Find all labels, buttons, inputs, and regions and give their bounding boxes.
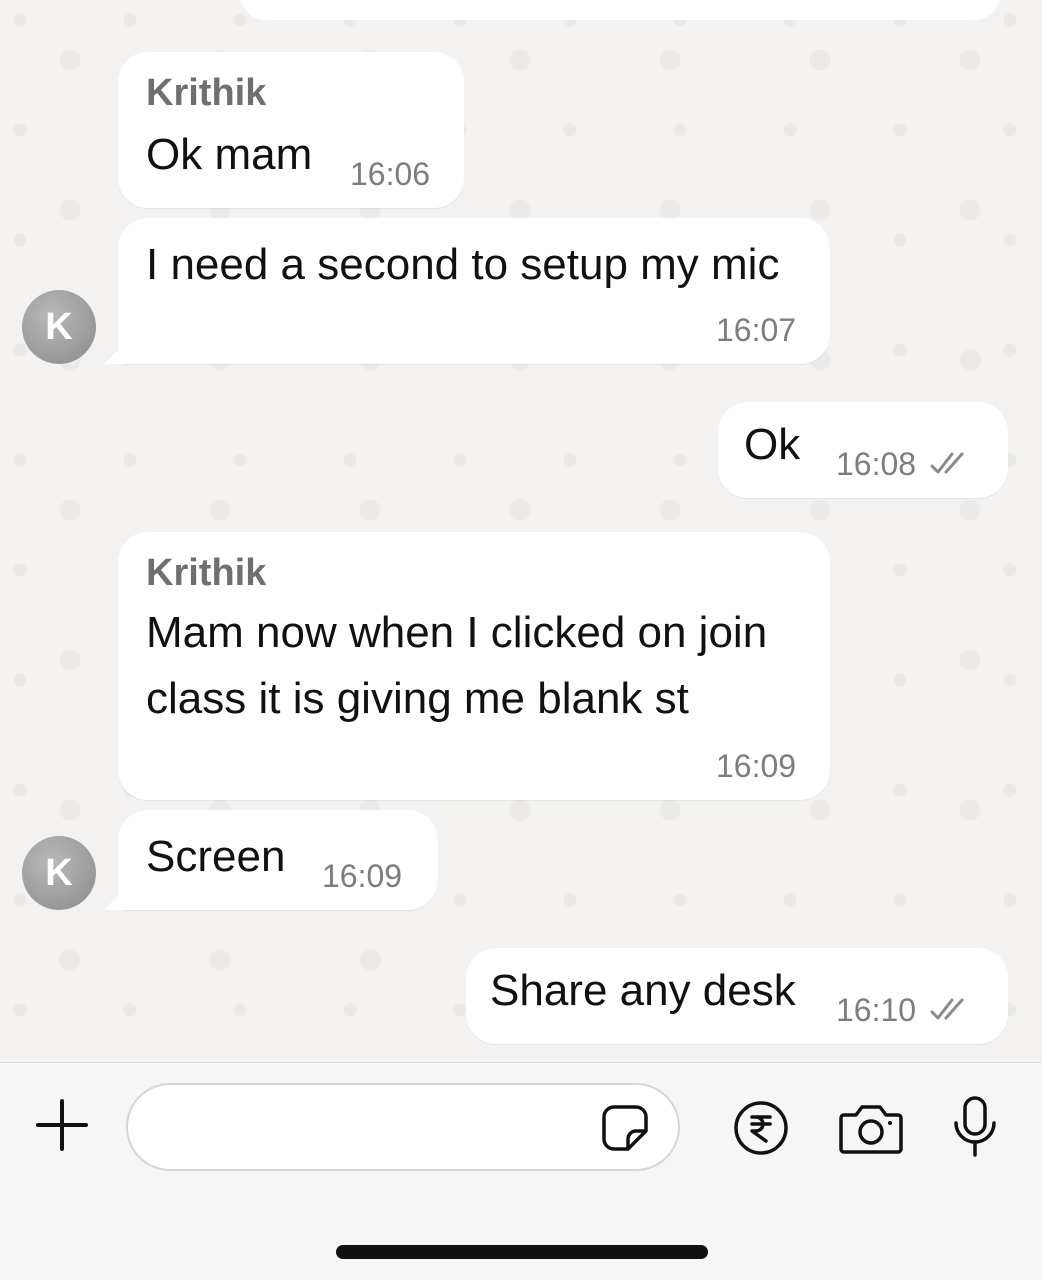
message-time: 16:09 [716, 748, 797, 784]
sticker-icon[interactable] [598, 1101, 652, 1155]
message-time: 16:10 [836, 992, 917, 1028]
message-text-line: class it is giving me blank st [146, 674, 689, 723]
message-bubble-incoming[interactable]: Krithik Mam now when I clicked on join c… [118, 532, 830, 800]
message-text-line: Mam now when I clicked on join [146, 608, 768, 657]
previous-message-bubble [240, 0, 1000, 20]
chat-area[interactable]: Krithik Ok mam 16:06 I need a second to … [0, 0, 1042, 1062]
message-bubble-incoming[interactable]: I need a second to setup my mic 16:07 [118, 218, 830, 364]
message-bubble-outgoing[interactable]: Share any desk 16:10 [466, 948, 1008, 1044]
camera-icon[interactable] [838, 1101, 904, 1155]
message-text: Screen [146, 832, 286, 881]
message-text: Ok [744, 420, 801, 469]
microphone-icon[interactable] [950, 1095, 1000, 1159]
plus-icon[interactable] [30, 1093, 94, 1157]
sender-name: Krithik [146, 552, 267, 594]
message-time: 16:08 [836, 446, 917, 482]
message-text: Share any desk [490, 966, 796, 1015]
message-bubble-incoming[interactable]: Krithik Ok mam 16:06 [118, 52, 464, 208]
message-bubble-outgoing[interactable]: Ok 16:08 [718, 402, 1008, 498]
composer-bar [0, 1062, 1042, 1280]
avatar-initial: K [45, 305, 73, 348]
rupee-payment-icon[interactable] [732, 1099, 790, 1157]
read-ticks-icon [930, 452, 964, 474]
message-text: Ok mam [146, 130, 313, 179]
message-time: 16:07 [716, 312, 797, 348]
avatar[interactable]: K [22, 290, 96, 364]
message-bubble-incoming[interactable]: Screen 16:09 [118, 810, 438, 910]
message-time: 16:06 [350, 156, 431, 192]
avatar[interactable]: K [22, 836, 96, 910]
message-input[interactable] [126, 1083, 680, 1171]
read-ticks-icon [930, 998, 964, 1020]
message-time: 16:09 [322, 858, 403, 894]
sender-name: Krithik [146, 72, 267, 114]
avatar-initial: K [45, 851, 73, 894]
message-text: I need a second to setup my mic [146, 240, 780, 289]
home-indicator [336, 1245, 708, 1259]
